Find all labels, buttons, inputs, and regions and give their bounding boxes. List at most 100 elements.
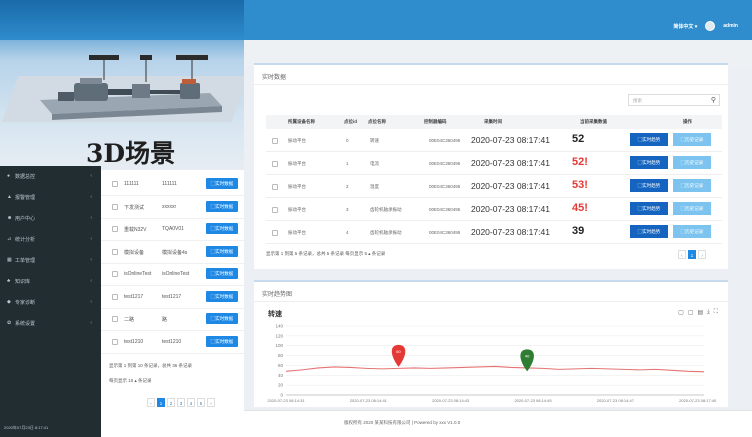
sidebar-item[interactable]: ♣ 知识库 ‹ xyxy=(0,271,101,291)
realtime-trend-button[interactable]: ▢实时趋势 xyxy=(630,202,668,215)
chevron-left-icon: ‹ xyxy=(90,215,92,221)
row-checkbox[interactable] xyxy=(272,184,278,190)
page-button[interactable]: 1 xyxy=(688,250,696,259)
sidebar-item-label: 工单管理 xyxy=(15,257,36,264)
device-row: 下发测试 xxxxxr ▢实时数据 xyxy=(101,197,244,219)
y-tick-label: 40 xyxy=(278,373,284,378)
point-name: 齿轮机轴承振动 xyxy=(370,207,402,212)
trend-chart: 0 20 40 60 80 100 120 140 2020-07-23 08:14:31 202… xyxy=(267,324,717,404)
point-id: 3 xyxy=(346,207,349,212)
chevron-left-icon: ‹ xyxy=(90,257,92,263)
realtime-data-panel: 实时数据 搜索 ⚲ 所属设备名称 点位id 点位名称 控制器编码 采集时间 当前采集数值 操… xyxy=(254,63,728,269)
row-checkbox[interactable] xyxy=(272,161,278,167)
history-button[interactable]: ▢历史记录 xyxy=(673,133,711,146)
history-button[interactable]: ▢历史记录 xyxy=(673,156,711,169)
x-tick-label: 2020-07-23 08:17:40 xyxy=(679,398,717,403)
realtime-trend-button[interactable]: ▢实时趋势 xyxy=(630,225,668,238)
sidebar-item[interactable]: ◆ 专家诊断 ‹ xyxy=(0,292,101,312)
page-button[interactable]: 2 xyxy=(167,398,175,407)
device-name: 111111 xyxy=(124,181,139,187)
realtime-trend-button[interactable]: ▢实时趋势 xyxy=(630,179,668,192)
column-header: 操作 xyxy=(683,119,692,124)
device-row: 二路 路 ▢实时数据 xyxy=(101,309,244,331)
sidebar-item[interactable]: ● 数据总控 ‹ xyxy=(0,166,101,186)
series-line xyxy=(285,365,705,373)
row-checkbox[interactable] xyxy=(272,207,278,213)
row-checkbox[interactable] xyxy=(272,138,278,144)
device-name: 二路 xyxy=(124,317,135,323)
sidebar-item[interactable]: ▦ 工单管理 ‹ xyxy=(0,250,101,270)
history-button[interactable]: ▢历史记录 xyxy=(673,202,711,215)
sidebar-item-label: 专家诊断 xyxy=(15,299,36,306)
device-list-summary: 显示第 1 到第 10 条记录，总共 36 条记录 xyxy=(109,363,193,368)
realtime-summary: 显示第 1 到第 5 条记录，总共 5 条记录 每页显示 5 ▴ 条记录 xyxy=(266,251,386,256)
realtime-data-button[interactable]: ▢实时数据 xyxy=(206,245,238,257)
realtime-data-button[interactable]: ▢实时数据 xyxy=(206,290,238,302)
history-button[interactable]: ▢历史记录 xyxy=(673,179,711,192)
device-name: 振动平台 xyxy=(288,207,306,212)
row-checkbox[interactable] xyxy=(112,338,118,345)
row-checkbox[interactable] xyxy=(272,230,278,236)
row-checkbox[interactable] xyxy=(112,271,118,277)
row-checkbox[interactable] xyxy=(112,181,118,187)
row-checkbox[interactable] xyxy=(112,316,118,322)
device-name: isOnlineTest xyxy=(124,271,152,277)
device-row: test1210 test1210 ▢实时数据 xyxy=(101,332,244,354)
history-button[interactable]: ▢历史记录 xyxy=(673,225,711,238)
row-checkbox[interactable] xyxy=(112,293,118,300)
header-right: 简体中文 ▾ admin xyxy=(673,21,738,31)
chevron-left-icon: ‹ xyxy=(90,278,92,284)
collect-time: 2020-07-23 08:17:41 xyxy=(471,135,550,145)
device-name: 振动平台 xyxy=(288,161,306,166)
column-header: 点位名称 xyxy=(368,119,386,124)
sidebar-item[interactable]: ☻ 用户中心 ‹ xyxy=(0,208,101,228)
language-switch[interactable]: 简体中文 ▾ xyxy=(673,23,697,30)
realtime-data-button[interactable]: ▢实时数据 xyxy=(206,223,238,234)
page-button[interactable]: › xyxy=(207,398,215,407)
username[interactable]: admin xyxy=(723,23,738,29)
sidebar-item[interactable]: ▲ 报警管理 ‹ xyxy=(0,187,101,207)
realtime-data-button[interactable]: ▢实时数据 xyxy=(206,268,238,279)
device-code: 模拟设备4s xyxy=(162,249,188,256)
device-list-page-size[interactable]: 每页显示 10 ▴ 条记录 xyxy=(109,378,152,384)
column-header: 点位id xyxy=(344,119,357,124)
device-code: TQA0V01 xyxy=(162,226,184,232)
sidebar-item-label: 用户中心 xyxy=(15,215,36,222)
row-checkbox[interactable] xyxy=(112,226,118,232)
realtime-data-button[interactable]: ▢实时数据 xyxy=(206,335,238,347)
point-id: 0 xyxy=(346,138,349,143)
sidebar-item[interactable]: ✿ 系统设置 ‹ xyxy=(0,313,101,333)
chevron-left-icon: ‹ xyxy=(90,299,92,305)
current-value: 45! xyxy=(572,202,588,214)
realtime-data-button[interactable]: ▢实时数据 xyxy=(206,313,238,324)
sidebar-item-label: 系统设置 xyxy=(15,320,36,327)
current-value: 52 xyxy=(572,133,585,145)
sidebar-item[interactable]: ⊿ 统计分析 ‹ xyxy=(0,229,101,249)
avatar[interactable] xyxy=(705,21,716,31)
realtime-data-button[interactable]: ▢实时数据 xyxy=(206,200,238,212)
realtime-trend-button[interactable]: ▢实时趋势 xyxy=(630,156,668,169)
row-checkbox[interactable] xyxy=(112,248,118,255)
device-name: 振动平台 xyxy=(288,138,306,143)
collect-time: 2020-07-23 08:17:41 xyxy=(471,158,550,168)
page-button[interactable]: ‹ xyxy=(147,398,155,407)
search-input[interactable]: 搜索 ⚲ xyxy=(628,94,720,106)
device-row: test1217 test1217 ▢实时数据 xyxy=(101,287,244,309)
controller-code: 00E04C360495 xyxy=(429,230,461,235)
footer: 版权所有 2020 某某科技有限公司 | Powered by xxx V1.0… xyxy=(244,410,752,437)
scene-title: 3D场景 xyxy=(86,139,176,168)
collect-time: 2020-07-23 08:17:41 xyxy=(471,204,550,214)
chevron-left-icon: ‹ xyxy=(90,173,92,179)
chevron-left-icon: ‹ xyxy=(90,320,92,326)
page-button[interactable]: 3 xyxy=(177,398,185,407)
search-icon[interactable]: ⚲ xyxy=(711,96,716,104)
realtime-data-button[interactable]: ▢实时数据 xyxy=(206,178,238,189)
page-button[interactable]: 5 xyxy=(197,398,205,407)
scene-3d-panel[interactable]: 3D场景 xyxy=(0,0,244,177)
page-button[interactable]: ‹ xyxy=(678,250,686,259)
page-button[interactable]: 4 xyxy=(187,398,195,407)
row-checkbox[interactable] xyxy=(112,203,118,210)
page-button[interactable]: › xyxy=(698,250,706,259)
page-button[interactable]: 1 xyxy=(157,398,165,407)
realtime-trend-button[interactable]: ▢实时趋势 xyxy=(630,133,668,146)
